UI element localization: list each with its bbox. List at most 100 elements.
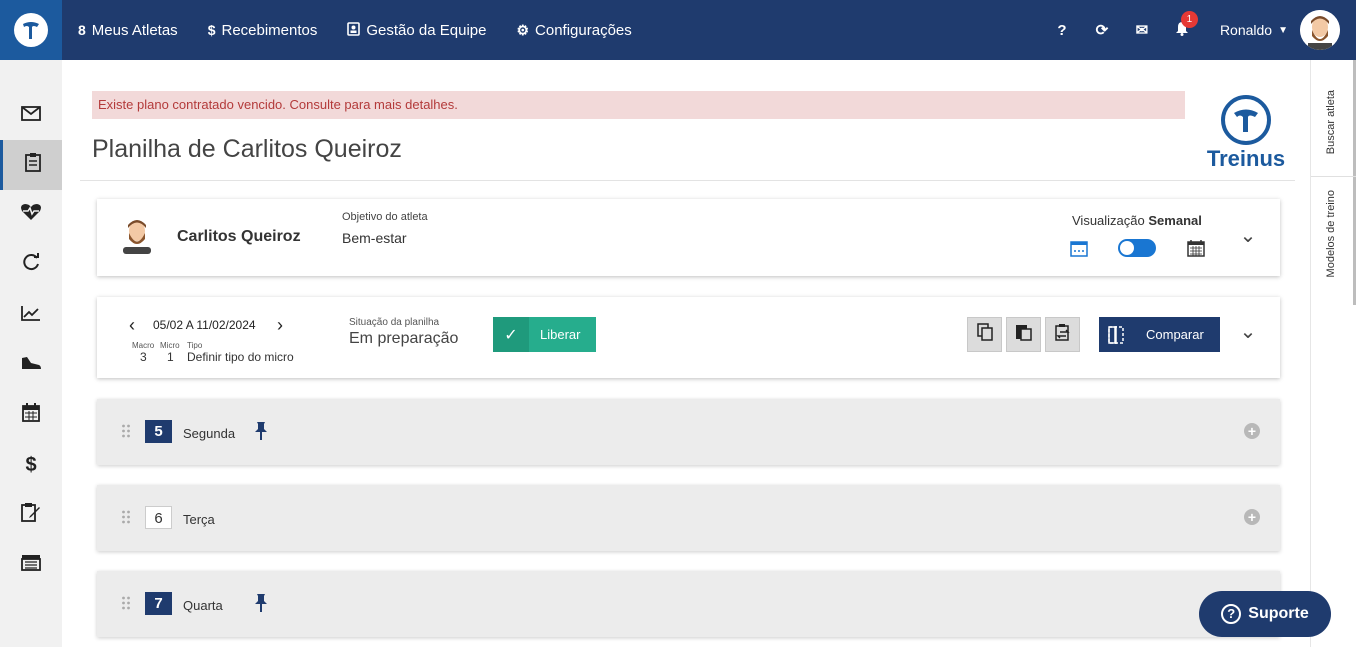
calendar-icon (22, 402, 40, 428)
sidebar-evaluation[interactable] (0, 490, 62, 540)
dollar-icon: $ (25, 453, 37, 476)
view-label: Visualização (1072, 213, 1145, 228)
week-card: ‹ 05/02 A 11/02/2024 › Macro Micro Tipo … (97, 297, 1280, 378)
pin-icon[interactable] (253, 421, 269, 446)
athlete-card: Carlitos Queiroz Objetivo do atleta Bem-… (97, 199, 1280, 276)
micro-label: Micro (160, 341, 180, 350)
main-nav: 8 Meus Atletas $ Recebimentos Gestão da … (78, 0, 662, 60)
clipboard-swap-icon (1054, 323, 1072, 346)
liberar-label: Liberar (540, 327, 581, 342)
drag-handle-icon[interactable] (121, 510, 131, 524)
nav-recebimentos[interactable]: $ Recebimentos (208, 22, 318, 39)
nav-label: Configurações (535, 21, 632, 39)
paste-icon (1015, 323, 1032, 346)
expired-plan-alert[interactable]: Existe plano contratado vencido. Consult… (92, 91, 1185, 119)
support-button[interactable]: ? Suporte (1199, 591, 1331, 637)
sync-button[interactable]: ⟳ (1082, 21, 1122, 39)
tab-modelos-treino[interactable]: Modelos de treino (1325, 190, 1337, 277)
liberar-button[interactable]: ✓ Liberar (493, 317, 596, 352)
nav-meus-atletas[interactable]: 8 Meus Atletas (78, 22, 178, 39)
check-icon: ✓ (493, 317, 529, 352)
day-number: 6 (145, 506, 172, 529)
plus-icon: + (1247, 509, 1257, 525)
treinus-logo-icon (1221, 95, 1271, 145)
divider (80, 180, 1295, 181)
compare-icon (1099, 325, 1133, 344)
brand-name: Treinus (1206, 146, 1286, 171)
sidebar-analytics[interactable] (0, 290, 62, 340)
objective-value: Bem-estar (342, 230, 407, 246)
sidebar-sync[interactable] (0, 240, 62, 290)
nav-label: Gestão da Equipe (366, 21, 487, 39)
left-sidebar: $ (0, 60, 62, 647)
copy-icon (976, 323, 993, 346)
week-range: 05/02 A 11/02/2024 (153, 318, 256, 332)
plus-icon: + (1247, 423, 1257, 439)
expand-week-button[interactable]: ⌄ (1237, 319, 1259, 344)
add-training-button[interactable]: + (1244, 509, 1260, 525)
dollar-icon: $ (207, 22, 216, 38)
pin-icon[interactable] (253, 593, 269, 618)
athlete-icon: 8 (78, 22, 86, 38)
refresh-icon (21, 252, 41, 278)
messages-button[interactable]: ✉ (1122, 21, 1162, 39)
calendar-day-icon[interactable] (1070, 239, 1088, 257)
user-avatar[interactable] (1300, 10, 1340, 50)
nav-gestao-equipe[interactable]: Gestão da Equipe (347, 22, 486, 39)
add-training-button[interactable]: + (1244, 423, 1260, 439)
support-label: Suporte (1248, 605, 1309, 622)
team-icon (347, 21, 361, 39)
copy-button[interactable] (967, 317, 1002, 352)
help-button[interactable]: ? (1042, 22, 1082, 39)
question-circle-icon: ? (1221, 604, 1242, 624)
calendar-week-icon[interactable] (1187, 239, 1205, 257)
sidebar-messages[interactable] (0, 90, 62, 140)
clipboard-edit-icon (21, 502, 41, 528)
objective-label: Objetivo do atleta (342, 211, 428, 223)
envelope-icon: ✉ (1135, 22, 1149, 39)
toggle-knob (1120, 241, 1134, 255)
nav-configuracoes[interactable]: ⚙ Configurações (516, 22, 631, 39)
athlete-name: Carlitos Queiroz (177, 228, 301, 245)
notification-badge: 1 (1180, 10, 1198, 28)
clipboard-transfer-button[interactable] (1045, 317, 1080, 352)
day-name: Terça (183, 512, 215, 527)
top-navbar: 8 Meus Atletas $ Recebimentos Gestão da … (0, 0, 1356, 60)
next-week-button[interactable]: › (277, 315, 283, 336)
gears-icon: ⚙ (516, 21, 530, 38)
status-value: Em preparação (349, 330, 459, 347)
drag-handle-icon[interactable] (121, 424, 131, 438)
tab-buscar-atleta[interactable]: Buscar atleta (1325, 90, 1337, 154)
day-name: Quarta (183, 598, 223, 613)
micro-value: 1 (167, 350, 174, 364)
chevron-right-icon: › (277, 315, 283, 335)
notifications-button[interactable]: 1 (1162, 10, 1202, 40)
treinus-logo-icon (14, 13, 48, 47)
sidebar-planilha[interactable] (0, 140, 62, 190)
sidebar-videos[interactable] (0, 540, 62, 590)
shoe-icon (20, 354, 42, 377)
expand-athlete-button[interactable]: ⌄ (1237, 223, 1259, 248)
user-menu[interactable]: Ronaldo ▼ (1220, 22, 1288, 38)
day-row-quarta: 7 Quarta (97, 571, 1280, 637)
drag-handle-icon[interactable] (121, 596, 131, 610)
sidebar-finance[interactable]: $ (0, 440, 62, 490)
comparar-label: Comparar (1146, 327, 1204, 342)
help-icon: ? (1057, 21, 1067, 39)
day-number: 7 (145, 592, 172, 615)
view-mode-label: Visualização Semanal (1072, 213, 1202, 228)
paste-button[interactable] (1006, 317, 1041, 352)
macro-value: 3 (140, 350, 147, 364)
comparar-button[interactable]: Comparar (1099, 317, 1220, 352)
sidebar-health[interactable] (0, 190, 62, 240)
clipboard-icon (24, 152, 41, 178)
prev-week-button[interactable]: ‹ (129, 315, 135, 336)
chevron-down-icon: ⌄ (1239, 321, 1257, 343)
day-row-segunda: 5 Segunda + (97, 399, 1280, 465)
status-label: Situação da planilha (349, 317, 440, 328)
app-logo-button[interactable] (0, 0, 62, 60)
tipo-value[interactable]: Definir tipo do micro (187, 350, 294, 364)
sidebar-calendar[interactable] (0, 390, 62, 440)
view-mode-toggle[interactable] (1118, 239, 1156, 257)
sidebar-shoes[interactable] (0, 340, 62, 390)
